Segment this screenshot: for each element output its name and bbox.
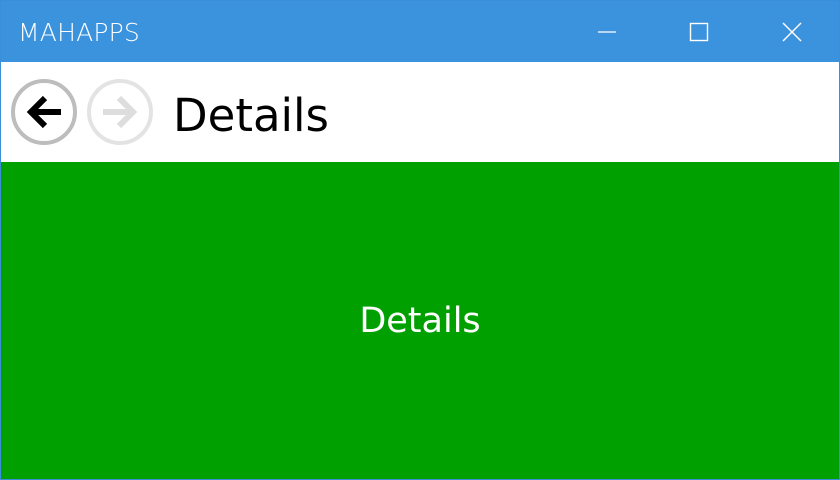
minimize-icon bbox=[598, 30, 616, 33]
content-area: Details bbox=[1, 162, 839, 479]
page-title: Details bbox=[173, 89, 330, 142]
close-icon bbox=[782, 21, 802, 42]
minimize-button[interactable] bbox=[584, 1, 630, 62]
maximize-icon bbox=[689, 22, 709, 41]
app-window: MAHAPPS Details Details bbox=[0, 0, 840, 480]
close-button[interactable] bbox=[769, 1, 815, 62]
forward-button[interactable] bbox=[87, 79, 153, 145]
title-bar[interactable]: MAHAPPS bbox=[1, 1, 839, 62]
arrow-right-icon bbox=[87, 79, 153, 145]
content-label: Details bbox=[359, 300, 481, 341]
navigation-bar: Details bbox=[1, 62, 839, 162]
window-title: MAHAPPS bbox=[18, 18, 140, 47]
arrow-left-icon bbox=[11, 79, 77, 145]
maximize-button[interactable] bbox=[676, 1, 722, 62]
back-button[interactable] bbox=[11, 79, 77, 145]
